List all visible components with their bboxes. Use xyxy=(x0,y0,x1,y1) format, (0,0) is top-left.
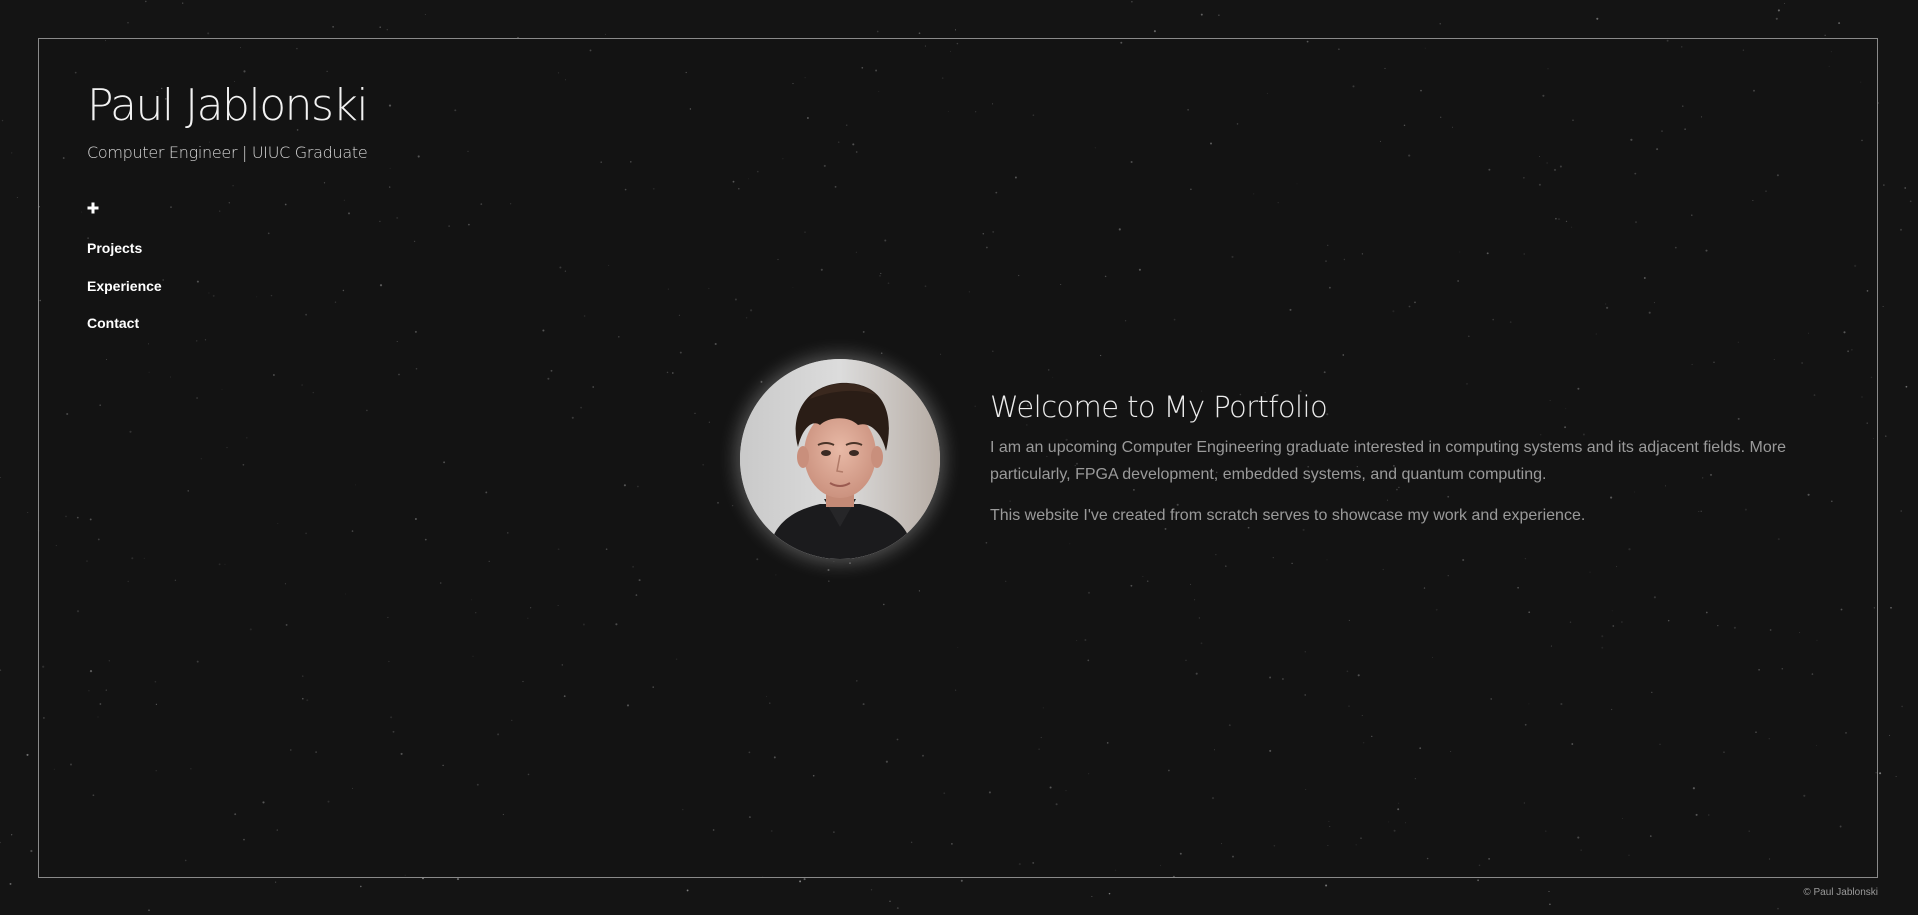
copyright-text: © Paul Jablonski xyxy=(1803,887,1878,898)
avatar xyxy=(740,359,940,559)
site-subtitle: Computer Engineer | UIUC Graduate xyxy=(87,143,368,162)
profile-photo xyxy=(740,359,940,559)
intro-paragraph: I am an upcoming Computer Engineering gr… xyxy=(990,439,1786,483)
nav-item-projects[interactable]: Projects xyxy=(87,240,162,278)
nav-item-experience[interactable]: Experience xyxy=(87,278,162,316)
site-title: Paul Jablonski xyxy=(87,80,369,131)
welcome-heading: Welcome to My Portfolio xyxy=(990,390,1328,424)
intro-text: I am an upcoming Computer Engineering gr… xyxy=(990,434,1830,529)
intro-paragraph: This website I've created from scratch s… xyxy=(990,507,1586,524)
nav-menu: Projects Experience Contact xyxy=(87,240,162,353)
nav-item-contact[interactable]: Contact xyxy=(87,315,162,353)
plus-icon xyxy=(87,202,99,214)
nav-toggle-button[interactable] xyxy=(84,199,102,217)
